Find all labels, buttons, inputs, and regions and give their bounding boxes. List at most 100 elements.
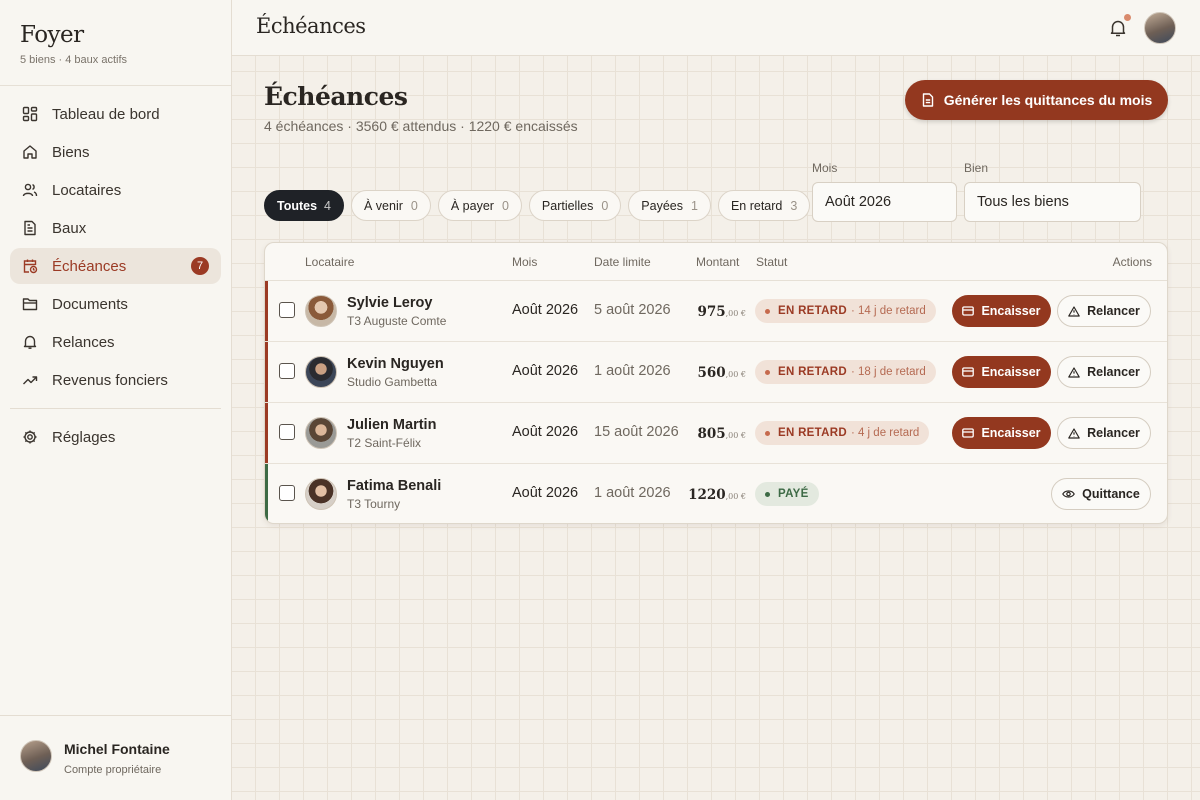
topbar-title: Échéances <box>256 14 366 38</box>
avatar[interactable] <box>1144 12 1176 44</box>
property-name: Studio Gambetta <box>347 375 438 389</box>
sidebar-item-locataires[interactable]: Locataires <box>10 172 221 208</box>
folder-icon <box>22 296 38 312</box>
sidebar-item-revenus-fonciers[interactable]: Revenus fonciers <box>10 362 221 398</box>
button-label: Encaisser <box>981 304 1041 318</box>
status-detail: · 4 j de retard <box>850 427 920 439</box>
user-role: Compte propriétaire <box>64 764 162 776</box>
button-label: Relancer <box>1087 365 1140 379</box>
generate-receipts-button[interactable]: Générer les quittances du mois <box>905 80 1168 120</box>
sidebar-item-label: Revenus fonciers <box>52 371 168 389</box>
column-header-tenant[interactable]: Locataire <box>305 255 354 269</box>
dashboard-icon <box>22 106 38 122</box>
chip-count: 0 <box>501 198 509 213</box>
calendar-clock-icon <box>22 258 38 274</box>
table-row[interactable]: Julien Martin T2 Saint-Félix Août 2026 1… <box>265 403 1167 464</box>
table-row[interactable]: Fatima Benali T3 Tourny Août 2026 1 août… <box>265 464 1167 523</box>
chip-a-venir[interactable]: À venir 0 <box>351 190 431 221</box>
quittance-button[interactable]: Quittance <box>1051 478 1151 510</box>
chip-partielles[interactable]: Partielles 0 <box>528 190 622 221</box>
chip-count: 0 <box>601 198 609 213</box>
row-checkbox[interactable] <box>279 302 295 318</box>
encaisser-button[interactable]: Encaisser <box>952 295 1051 327</box>
chip-payees[interactable]: Payées 1 <box>628 190 711 221</box>
chip-en-retard[interactable]: En retard 3 <box>717 190 811 221</box>
topbar: Échéances <box>232 0 1200 56</box>
chip-count: 0 <box>410 198 418 213</box>
notifications-bell-icon[interactable] <box>1108 18 1128 38</box>
page-title: Échéances <box>264 82 408 111</box>
table-row[interactable]: Sylvie Leroy T3 Auguste Comte Août 2026 … <box>265 281 1167 342</box>
relancer-button[interactable]: Relancer <box>1057 417 1151 449</box>
sidebar-item-label: Locataires <box>52 181 122 199</box>
button-label: Quittance <box>1082 487 1140 501</box>
status-dot <box>765 308 770 314</box>
row-checkbox[interactable] <box>279 363 295 379</box>
table-header: Locataire Mois Date limite Montant Statu… <box>265 243 1167 281</box>
card-icon <box>962 306 975 316</box>
sidebar-item-label: Réglages <box>52 428 116 446</box>
encaisser-button[interactable]: Encaisser <box>952 356 1051 388</box>
status-detail: · 18 j de retard <box>850 366 926 378</box>
sidebar-item-label: Échéances <box>52 257 127 275</box>
status-dot <box>765 491 770 497</box>
brand-subtitle: 5 biens · 4 baux actifs <box>20 54 128 66</box>
sidebar-item-baux[interactable]: Baux <box>10 210 221 246</box>
encaisser-button[interactable]: Encaisser <box>952 417 1051 449</box>
month-cell: Août 2026 <box>512 485 579 501</box>
month-select[interactable]: Août 2026 <box>812 182 957 222</box>
chip-label: En retard <box>730 198 783 213</box>
late-indicator-bar <box>265 403 268 463</box>
chip-count: 1 <box>690 198 698 213</box>
warning-icon <box>1068 366 1080 378</box>
month-cell: Août 2026 <box>512 302 579 318</box>
generate-receipts-label: Générer les quittances du mois <box>943 92 1153 108</box>
row-checkbox[interactable] <box>279 424 295 440</box>
user-profile[interactable]: Michel Fontaine Compte propriétaire <box>0 715 231 800</box>
sidebar-item-tableau-de-bord[interactable]: Tableau de bord <box>10 96 221 132</box>
avatar <box>305 295 337 327</box>
chip-toutes[interactable]: Toutes 4 <box>264 190 344 221</box>
relancer-button[interactable]: Relancer <box>1057 356 1151 388</box>
notification-dot <box>1124 14 1131 21</box>
sidebar-item-label: Biens <box>52 143 90 161</box>
gear-icon <box>22 429 38 445</box>
column-header-amount[interactable]: Montant <box>696 255 739 269</box>
relancer-button[interactable]: Relancer <box>1057 295 1151 327</box>
sidebar-item-relances[interactable]: Relances <box>10 324 221 360</box>
column-header-due-date[interactable]: Date limite <box>594 255 651 269</box>
column-header-status[interactable]: Statut <box>756 255 787 269</box>
sidebar-item-reglages[interactable]: Réglages <box>10 419 221 455</box>
amount-value: 1220 <box>688 487 726 503</box>
sidebar-item-biens[interactable]: Biens <box>10 134 221 170</box>
chip-count: 3 <box>790 198 798 213</box>
users-icon <box>22 182 38 198</box>
status-label: EN RETARD <box>778 427 847 439</box>
status-detail: · 14 j de retard <box>850 305 926 317</box>
chip-label: Payées <box>641 198 683 213</box>
sidebar-item-documents[interactable]: Documents <box>10 286 221 322</box>
status-badge: EN RETARD · 4 j de retard <box>755 421 930 445</box>
table-row[interactable]: Kevin Nguyen Studio Gambetta Août 2026 1… <box>265 342 1167 403</box>
chip-a-payer[interactable]: À payer 0 <box>437 190 522 221</box>
due-date-cell: 5 août 2026 <box>594 302 671 318</box>
month-cell: Août 2026 <box>512 363 579 379</box>
button-label: Encaisser <box>981 426 1041 440</box>
button-label: Encaisser <box>981 365 1041 379</box>
trending-up-icon <box>22 372 38 388</box>
property-select[interactable]: Tous les biens <box>964 182 1141 222</box>
sidebar-item-label: Baux <box>52 219 87 237</box>
row-checkbox[interactable] <box>279 485 295 501</box>
main-content: Échéances Échéances 4 échéances · 3560 €… <box>232 0 1200 800</box>
sidebar-item-label: Relances <box>52 333 115 351</box>
status-label: EN RETARD <box>778 305 847 317</box>
brand-name[interactable]: Foyer <box>20 22 211 48</box>
status-label: EN RETARD <box>778 366 847 378</box>
due-date-cell: 1 août 2026 <box>594 485 671 501</box>
column-header-month[interactable]: Mois <box>512 255 537 269</box>
amount-decimals: ,00 € <box>725 309 746 318</box>
avatar <box>20 740 52 772</box>
tenant-name: Fatima Benali <box>347 478 442 494</box>
sidebar-item-echeances[interactable]: Échéances 7 <box>10 248 221 284</box>
button-label: Relancer <box>1087 304 1140 318</box>
